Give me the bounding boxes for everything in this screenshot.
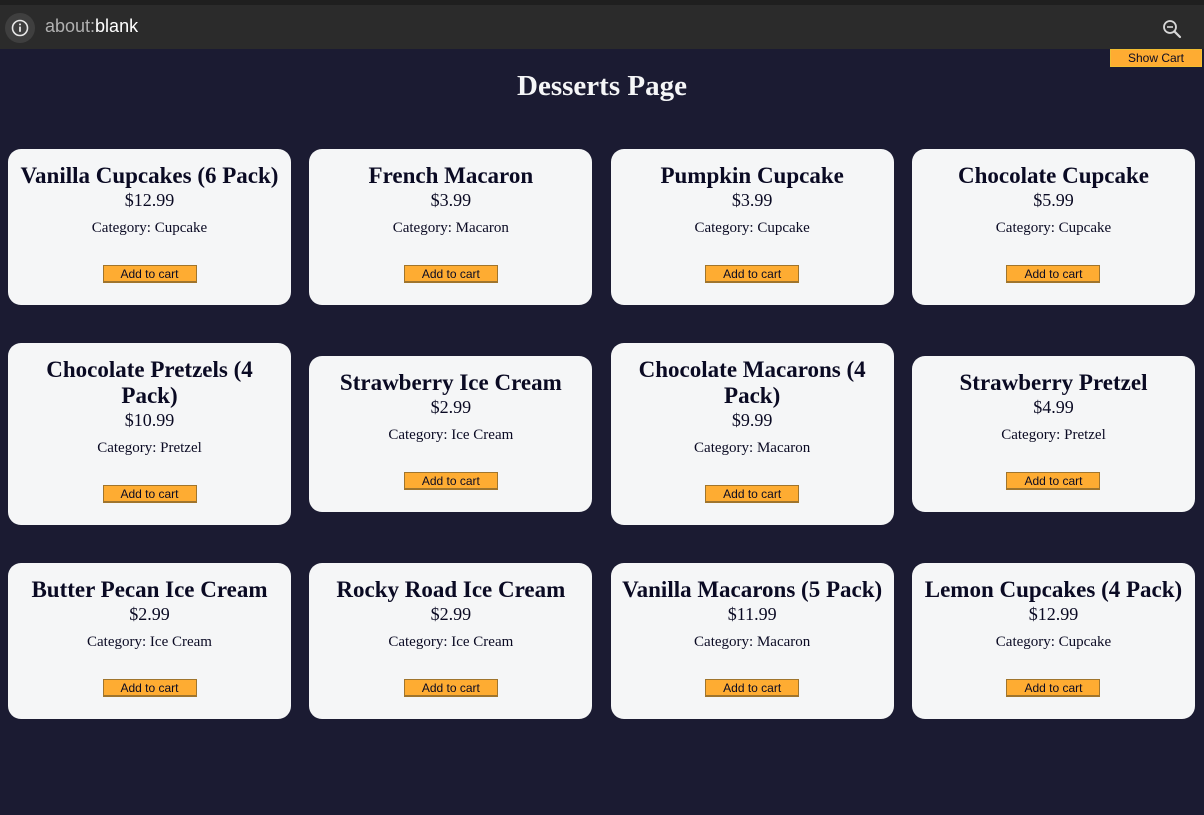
product-category: Category: Cupcake — [91, 220, 208, 236]
product-price: $5.99 — [1033, 190, 1074, 210]
product-category: Category: Macaron — [694, 440, 811, 456]
product-name: Strawberry Pretzel — [959, 370, 1148, 395]
product-card: Chocolate Macarons (4 Pack) $9.99 Catego… — [610, 343, 894, 525]
product-category: Category: Macaron — [694, 634, 811, 650]
page-title: Desserts Page — [517, 70, 687, 102]
product-name: Pumpkin Cupcake — [660, 163, 844, 188]
product-card: Chocolate Pretzels (4 Pack) $10.99 Categ… — [8, 343, 291, 525]
product-category: Category: Cupcake — [694, 220, 810, 236]
product-category: Category: Macaron — [392, 220, 509, 236]
product-price: $11.99 — [727, 604, 777, 624]
product-card: French Macaron $3.99 Category: Macaron A… — [309, 149, 593, 305]
product-price: $4.99 — [1033, 397, 1074, 417]
product-price: $3.99 — [430, 190, 472, 210]
product-category: Category: Cupcake — [995, 220, 1112, 236]
product-category: Category: Pretzel — [97, 440, 202, 456]
product-price: $2.99 — [430, 604, 472, 624]
zoom-icon[interactable] — [1162, 19, 1182, 44]
add-to-cart-button[interactable]: Add to cart — [705, 485, 800, 503]
product-price: $2.99 — [129, 604, 170, 624]
product-name: Rocky Road Ice Cream — [336, 577, 566, 602]
product-name: Lemon Cupcakes (4 Pack) — [924, 577, 1183, 602]
product-category: Category: Ice Cream — [87, 634, 212, 650]
url-path: blank — [95, 16, 139, 36]
product-name: Chocolate Cupcake — [957, 163, 1149, 188]
product-name: French Macaron — [368, 163, 534, 188]
product-card: Strawberry Ice Cream $2.99 Category: Ice… — [309, 356, 593, 512]
browser-toolbar: about:blank — [0, 0, 1204, 49]
product-name: Chocolate Macarons (4 Pack) — [638, 357, 866, 408]
product-card: Lemon Cupcakes (4 Pack) $12.99 Category:… — [911, 563, 1195, 719]
add-to-cart-button[interactable]: Add to cart — [403, 472, 498, 490]
product-category: Category: Cupcake — [995, 634, 1112, 650]
add-to-cart-button[interactable]: Add to cart — [102, 485, 197, 503]
product-name: Vanilla Macarons (5 Pack) — [622, 577, 883, 602]
add-to-cart-button[interactable]: Add to cart — [705, 265, 800, 283]
product-price: $12.99 — [124, 190, 175, 210]
add-to-cart-button[interactable]: Add to cart — [403, 679, 498, 697]
product-price: $9.99 — [731, 410, 773, 430]
add-to-cart-button[interactable]: Add to cart — [1006, 472, 1101, 490]
product-price: $3.99 — [731, 190, 773, 210]
add-to-cart-button[interactable]: Add to cart — [102, 679, 197, 697]
add-to-cart-button[interactable]: Add to cart — [1006, 679, 1101, 697]
add-to-cart-button[interactable]: Add to cart — [403, 265, 498, 283]
add-to-cart-button[interactable]: Add to cart — [1006, 265, 1101, 283]
product-category: Category: Pretzel — [1001, 427, 1106, 443]
product-card: Chocolate Cupcake $5.99 Category: Cupcak… — [911, 149, 1195, 305]
product-name: Butter Pecan Ice Cream — [31, 577, 268, 602]
info-icon[interactable] — [5, 13, 35, 43]
product-price: $12.99 — [1028, 604, 1079, 624]
product-card: Vanilla Macarons (5 Pack) $11.99 Categor… — [610, 563, 894, 719]
product-name: Chocolate Pretzels (4 Pack) — [46, 357, 253, 408]
add-to-cart-button[interactable]: Add to cart — [102, 265, 197, 283]
product-category: Category: Ice Cream — [388, 427, 514, 443]
address-bar[interactable]: about:blank — [45, 16, 138, 37]
product-grid: Vanilla Cupcakes (6 Pack) $12.99 Categor… — [8, 149, 1195, 719]
product-price: $2.99 — [430, 397, 472, 417]
show-cart-button[interactable]: Show Cart — [1110, 49, 1202, 67]
product-name: Vanilla Cupcakes (6 Pack) — [20, 163, 279, 188]
product-category: Category: Ice Cream — [388, 634, 514, 650]
product-name: Strawberry Ice Cream — [339, 370, 562, 395]
product-card: Strawberry Pretzel $4.99 Category: Pretz… — [911, 356, 1195, 512]
product-price: $10.99 — [124, 410, 175, 430]
product-card: Vanilla Cupcakes (6 Pack) $12.99 Categor… — [8, 149, 291, 305]
url-scheme: about: — [45, 16, 96, 36]
add-to-cart-button[interactable]: Add to cart — [705, 679, 800, 697]
product-card: Butter Pecan Ice Cream $2.99 Category: I… — [8, 563, 291, 719]
product-card: Pumpkin Cupcake $3.99 Category: Cupcake … — [610, 149, 894, 305]
product-card: Rocky Road Ice Cream $2.99 Category: Ice… — [309, 563, 593, 719]
